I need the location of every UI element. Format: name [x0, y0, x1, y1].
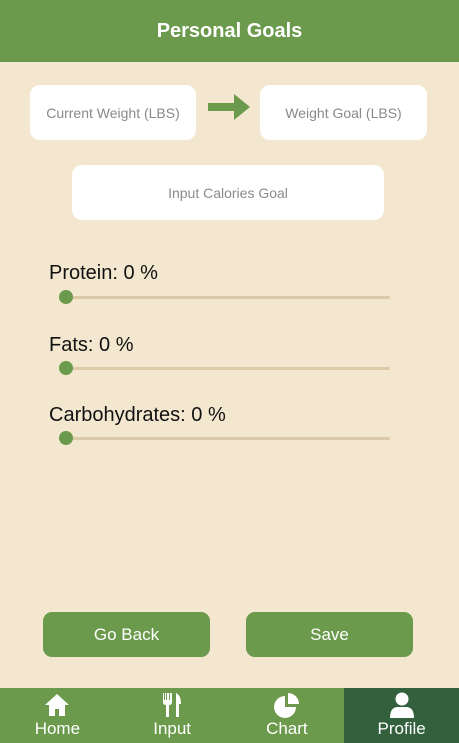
nav-item-input[interactable]: Input — [115, 688, 230, 743]
fats-slider[interactable] — [59, 361, 390, 375]
current-weight-placeholder: Current Weight (LBS) — [46, 104, 180, 121]
nav-item-home[interactable]: Home — [0, 688, 115, 743]
nav-label-input: Input — [153, 719, 192, 738]
bottom-nav: Home Input Chart Profile — [0, 688, 459, 743]
nav-item-profile[interactable]: Profile — [344, 688, 459, 743]
weight-goal-placeholder: Weight Goal (LBS) — [285, 104, 402, 121]
nav-label-chart: Chart — [266, 719, 308, 738]
protein-slider-thumb[interactable] — [59, 290, 73, 304]
go-back-button[interactable]: Go Back — [43, 612, 210, 657]
weight-goal-input[interactable]: Weight Goal (LBS) — [260, 85, 427, 140]
fats-slider-thumb[interactable] — [59, 361, 73, 375]
protein-slider[interactable] — [59, 290, 390, 304]
home-icon — [45, 694, 70, 716]
utensils-icon — [163, 693, 182, 717]
user-icon — [389, 692, 414, 718]
nav-label-home: Home — [34, 719, 81, 738]
app-header: Personal Goals — [0, 0, 459, 62]
carbohydrates-label: Carbohydrates: 0 % — [49, 404, 226, 426]
nav-item-chart[interactable]: Chart — [230, 688, 345, 743]
page-title: Personal Goals — [156, 19, 303, 42]
fats-label: Fats: 0 % — [49, 334, 134, 356]
calories-goal-placeholder: Input Calories Goal — [168, 184, 288, 201]
nav-label-profile: Profile — [377, 719, 426, 738]
pie-chart-icon — [273, 693, 299, 718]
carbohydrates-slider[interactable] — [59, 431, 390, 445]
carbohydrates-slider-thumb[interactable] — [59, 431, 73, 445]
current-weight-input[interactable]: Current Weight (LBS) — [30, 85, 196, 140]
calories-goal-input[interactable]: Input Calories Goal — [72, 165, 384, 220]
save-button[interactable]: Save — [246, 612, 413, 657]
arrow-right-icon — [208, 94, 250, 120]
protein-label: Protein: 0 % — [49, 262, 158, 284]
